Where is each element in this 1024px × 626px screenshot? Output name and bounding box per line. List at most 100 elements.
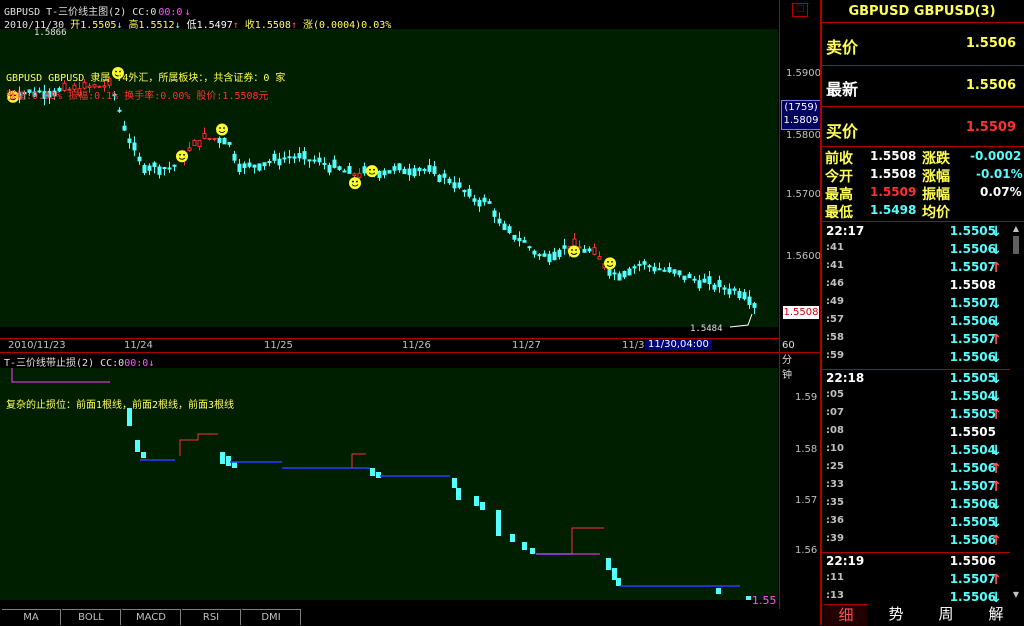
tick-time: :08: [826, 425, 844, 436]
tick-price: 1.5506: [949, 350, 996, 364]
tick-time: 22:18: [826, 371, 865, 385]
tick-price: 1.5507: [949, 260, 996, 274]
tick-time: :36: [826, 515, 844, 526]
down-arrow-icon: ↓: [990, 443, 1002, 459]
tick-time: :59: [826, 350, 844, 361]
stop-step-block: [530, 548, 535, 554]
x-tick: 2010/11/23: [8, 340, 66, 351]
main-chart-close-box[interactable]: □: [792, 3, 808, 17]
tick-price: 1.5505: [949, 515, 996, 529]
tick-time: :07: [826, 407, 844, 418]
tick-time: :57: [826, 314, 844, 325]
tick-price: 1.5505: [949, 407, 996, 421]
last-price-label: 最新: [826, 80, 859, 99]
tick-time: :10: [826, 443, 844, 454]
tick-row: :07 1.5505 ↑: [822, 407, 1022, 425]
up-arrow-icon: ↑: [990, 461, 1002, 477]
tick-price: 1.5507: [949, 572, 996, 586]
tick-price: 1.5505: [949, 425, 996, 439]
scroll-thumb[interactable]: [1013, 236, 1019, 254]
tick-price: 1.5506: [949, 461, 996, 475]
high-marker-label: 1.5866: [34, 28, 67, 38]
stop-step-block: [135, 440, 140, 452]
open-label: 今开: [825, 169, 853, 185]
prev-close-label: 前收: [825, 151, 853, 167]
down-arrow-icon: ↓: [990, 350, 1002, 366]
tick-row: :08 1.5505: [822, 425, 1022, 443]
tab-dmi[interactable]: DMI: [242, 609, 301, 625]
cursor-time-label: 11/30,04:00: [645, 339, 712, 350]
down-arrow-icon: ↓: [990, 515, 1002, 531]
amp-value: 0.07%: [980, 185, 1022, 199]
avg-label: 均价: [922, 205, 950, 221]
pct-label: 涨幅: [922, 169, 950, 185]
indicator-tabs: MA BOLL MACD RSI DMI: [0, 609, 780, 625]
up-arrow-icon: ↑: [990, 572, 1002, 588]
tick-divider: [822, 552, 1010, 553]
candle: [222, 137, 227, 145]
tick-scrollbar[interactable]: ▲ ▼: [1010, 224, 1022, 602]
low-label: 最低: [825, 205, 853, 221]
tab-ma[interactable]: MA: [2, 609, 61, 625]
sell-price-label: 卖价: [826, 38, 859, 57]
tick-price: 1.5507: [949, 296, 996, 310]
main-info-line2: 涨幅:0.03% 振幅:0.1% 换手率:0.00% 股价:1.5508元: [6, 91, 269, 102]
tick-row: :57 1.5506 ↓: [822, 314, 1022, 332]
tick-divider: [822, 369, 1010, 370]
scroll-down-icon[interactable]: ▼: [1010, 590, 1022, 600]
stop-step-block: [232, 462, 237, 468]
stop-step-block: [376, 472, 381, 478]
main-chart-panel[interactable]: GBPUSD T-三价线主图(2) CC:0 00:0 ↓ 2010/11/30 开…: [0, 0, 821, 381]
candle: [387, 170, 392, 174]
down-arrow-icon: ↓: [990, 224, 1002, 240]
tick-row: 22:17 1.5505 ↓: [822, 224, 1022, 242]
tick-price: 1.5504: [949, 443, 996, 457]
tab-info[interactable]: 解: [974, 604, 1018, 625]
quote-divider: [822, 65, 1024, 66]
tick-time: :25: [826, 461, 844, 472]
tab-macd[interactable]: MACD: [122, 609, 181, 625]
tab-week[interactable]: 周: [924, 604, 968, 625]
tick-time: :05: [826, 389, 844, 400]
down-arrow-icon: ↓: [990, 389, 1002, 405]
tick-time: :46: [826, 278, 844, 289]
sub-description: 复杂的止损位：前面1根线，前面2根线，前面3根线: [6, 400, 235, 411]
tab-detail[interactable]: 细: [824, 604, 868, 626]
sell-price-row: 卖价 1.5506: [822, 26, 1022, 66]
sub-chart-panel[interactable]: T-三价线带止损(2) CC:000:0↓ 复杂的止损位：前面1根线，前面2根线…: [0, 353, 817, 609]
smiley-signal-icon: [216, 123, 228, 136]
tab-rsi[interactable]: RSI: [182, 609, 241, 625]
quote-divider: [822, 22, 1024, 23]
tab-trend[interactable]: 势: [874, 604, 918, 625]
tick-time: :41: [826, 260, 844, 271]
tick-row: :11 1.5507 ↑: [822, 572, 1022, 590]
tick-time: :49: [826, 296, 844, 307]
tick-price: 1.5506: [949, 497, 996, 511]
tick-row: :46 1.5508: [822, 278, 1022, 296]
smiley-signal-icon: [568, 245, 580, 258]
last-price-row: 最新 1.5506: [822, 67, 1022, 107]
smiley-signal-icon: [604, 257, 616, 270]
candle: [192, 139, 197, 146]
open-value: 1.5508: [870, 167, 917, 181]
scroll-up-icon[interactable]: ▲: [1010, 224, 1022, 234]
tick-price: 1.5505: [949, 371, 996, 385]
up-arrow-icon: ↑: [990, 479, 1002, 495]
main-y-tick: 1.5800: [786, 130, 821, 141]
change-label: 涨跌: [922, 151, 950, 167]
tick-price: 1.5506: [949, 314, 996, 328]
tick-price: 1.5505: [949, 224, 996, 238]
pct-value: -0.01%: [976, 167, 1023, 181]
tick-row: :39 1.5506 ↑: [822, 533, 1022, 551]
stop-step-block: [220, 452, 225, 464]
stop-step-block: [616, 578, 621, 586]
tick-time: :35: [826, 497, 844, 508]
tick-row: :35 1.5506 ↓: [822, 497, 1022, 515]
tick-row: :41 1.5506 ↓: [822, 242, 1022, 260]
down-arrow-icon: ↓: [990, 242, 1002, 258]
tick-row: :25 1.5506 ↑: [822, 461, 1022, 479]
quote-divider: [822, 221, 1024, 222]
tab-boll[interactable]: BOLL: [62, 609, 121, 625]
period-label[interactable]: 60分钟: [782, 340, 795, 381]
tick-time: :33: [826, 479, 844, 490]
